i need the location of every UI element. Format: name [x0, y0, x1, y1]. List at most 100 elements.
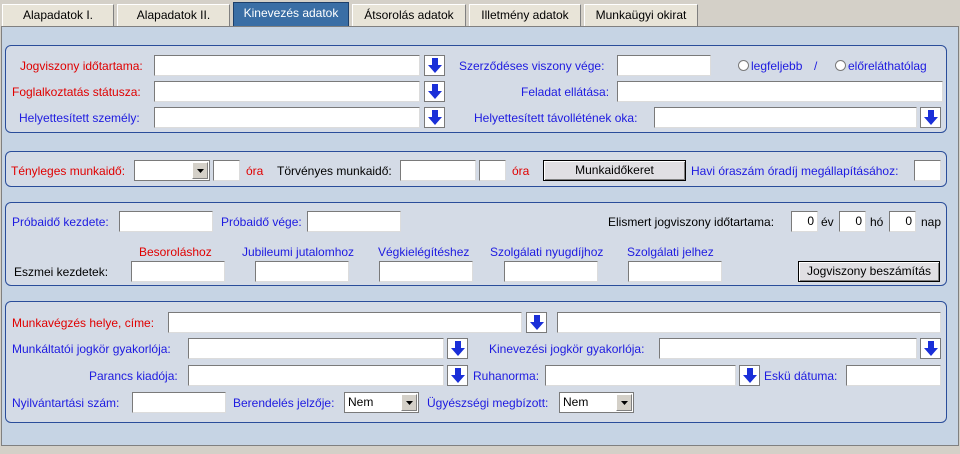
- arrow-down-icon: [427, 110, 442, 125]
- jogviszony-idotartama-lookup-button[interactable]: [424, 55, 445, 76]
- vegkielegiteshez-label: Végkielégítéshez: [378, 245, 470, 259]
- nyilvantartasi-szam-input[interactable]: [132, 392, 226, 413]
- jogviszony-idotartama-label: Jogviszony időtartama:: [20, 59, 143, 73]
- esku-datuma-label: Eskü dátuma:: [764, 369, 838, 383]
- ev-input[interactable]: 0: [791, 211, 818, 232]
- helyettesitett-tavollet-oka-input[interactable]: [654, 107, 917, 128]
- kinevezesi-jogkor-label: Kinevezési jogkör gyakorlója:: [489, 342, 645, 356]
- helyettesitett-szemely-lookup-button[interactable]: [424, 107, 445, 128]
- ruhanorma-input[interactable]: [545, 365, 736, 386]
- arrow-down-icon: [742, 368, 757, 383]
- probaido-group: Próbaidő kezdete: Próbaidő vége: Elismer…: [5, 202, 947, 286]
- ugyeszsegi-megbizott-label: Ügyészségi megbízott:: [427, 396, 549, 410]
- munkaidokeret-button[interactable]: Munkaidőkeret: [543, 160, 686, 181]
- szolgalati-nyugdijhoz-label: Szolgálati nyugdíjhoz: [490, 245, 604, 259]
- ugyeszsegi-megbizott-value: Nem: [563, 395, 589, 409]
- elismert-jogviszony-label: Elismert jogviszony időtartama:: [608, 215, 775, 229]
- parancs-kiadoja-lookup-button[interactable]: [447, 365, 468, 386]
- munkavegzes-helye-lookup-button[interactable]: [526, 312, 547, 333]
- elorelathatolag-label: előreláthatólag: [848, 59, 927, 73]
- helyettesitett-szemely-label: Helyettesített személy:: [19, 111, 140, 125]
- arrow-down-icon: [427, 58, 442, 73]
- arrow-down-icon: [923, 341, 938, 356]
- tab-munkaugyi-okirat[interactable]: Munkaügyi okirat: [584, 4, 698, 26]
- esku-datuma-input[interactable]: [846, 365, 941, 386]
- ruhanorma-lookup-button[interactable]: [739, 365, 760, 386]
- torvenyes-munkaido-perc-input[interactable]: [479, 160, 506, 181]
- szolgalati-nyugdijhoz-input[interactable]: [504, 261, 598, 282]
- probaido-vege-input[interactable]: [307, 211, 401, 232]
- szolgalati-jelhez-label: Szolgálati jelhez: [627, 245, 714, 259]
- parancs-kiadoja-label: Parancs kiadója:: [89, 369, 178, 383]
- legfeljebb-radio[interactable]: [738, 60, 749, 71]
- besorolashoz-input[interactable]: [131, 261, 225, 282]
- helyettesitett-szemely-input[interactable]: [154, 107, 420, 128]
- ugyeszsegi-megbizott-select[interactable]: Nem: [559, 392, 634, 413]
- legfeljebb-label: legfeljebb: [751, 59, 803, 73]
- besorolashoz-label: Besoroláshoz: [139, 245, 212, 259]
- vegkielegiteshez-input[interactable]: [379, 261, 473, 282]
- torvenyes-munkaido-label: Törvényes munkaidő:: [277, 164, 392, 178]
- tab-alapadatok-1[interactable]: Alapadatok I.: [2, 4, 114, 26]
- chevron-down-icon[interactable]: [192, 162, 208, 179]
- tab-bar: Alapadatok I. Alapadatok II. Kinevezés a…: [0, 0, 960, 27]
- helyettesitett-tavollet-oka-lookup-button[interactable]: [920, 107, 941, 128]
- arrow-down-icon: [450, 341, 465, 356]
- berendeles-jelzoje-value: Nem: [348, 395, 374, 409]
- foglalkoztatas-statusza-lookup-button[interactable]: [424, 81, 445, 102]
- munkavegzes-helye-input[interactable]: [168, 312, 522, 333]
- munkaido-group: Tényleges munkaidő: óra Törvényes munkai…: [5, 151, 947, 187]
- jogviszony-idotartama-input[interactable]: [154, 55, 420, 76]
- munkaltatoi-jogkor-label: Munkáltatói jogkör gyakorlója:: [12, 342, 171, 356]
- foglalkoztatas-statusza-input[interactable]: [154, 81, 420, 102]
- munkavegzes-cim-input[interactable]: [557, 312, 941, 333]
- munkavegzes-helye-label: Munkavégzés helye, címe:: [12, 316, 155, 330]
- torvenyes-munkaido-input[interactable]: [400, 160, 476, 181]
- ho-input[interactable]: 0: [839, 211, 866, 232]
- foglalkoztatas-statusza-label: Foglalkoztatás státusza:: [12, 85, 141, 99]
- probaido-kezdete-input[interactable]: [119, 211, 213, 232]
- arrow-down-icon: [923, 110, 938, 125]
- arrow-down-icon: [427, 84, 442, 99]
- szolgalati-jelhez-input[interactable]: [628, 261, 722, 282]
- tab-atsorolas-adatok[interactable]: Átsorolás adatok: [352, 4, 466, 26]
- szerzodeses-viszony-vege-input[interactable]: [617, 55, 711, 76]
- tab-alapadatok-2[interactable]: Alapadatok II.: [117, 4, 230, 26]
- kinevezes-group: Jogviszony időtartama: Szerződéses viszo…: [5, 45, 947, 133]
- ora-label-1: óra: [246, 164, 264, 178]
- munkaltatoi-jogkor-input[interactable]: [188, 338, 444, 359]
- tenyleges-munkaido-select[interactable]: [134, 160, 210, 181]
- tab-content: Jogviszony időtartama: Szerződéses viszo…: [1, 26, 959, 446]
- jogviszony-beszamitas-button[interactable]: Jogviszony beszámítás: [798, 261, 940, 282]
- arrow-down-icon: [450, 368, 465, 383]
- jubileumi-jutalomhoz-label: Jubileumi jutalomhoz: [242, 245, 355, 259]
- parancs-kiadoja-input[interactable]: [188, 365, 444, 386]
- chevron-down-icon[interactable]: [401, 394, 417, 411]
- feladat-ellatasa-label: Feladat ellátása:: [521, 85, 610, 99]
- elorelathatolag-radio[interactable]: [835, 60, 846, 71]
- probaido-kezdete-label: Próbaidő kezdete:: [12, 215, 109, 229]
- chevron-down-icon[interactable]: [616, 394, 632, 411]
- kinevezesi-jogkor-lookup-button[interactable]: [920, 338, 941, 359]
- tenyleges-munkaido-perc-input[interactable]: [213, 160, 240, 181]
- ho-label: hó: [870, 215, 884, 229]
- szerzodeses-viszony-vege-label: Szerződéses viszony vége:: [459, 59, 605, 73]
- ev-label: év: [821, 215, 834, 229]
- jubileumi-jutalomhoz-input[interactable]: [255, 261, 349, 282]
- havi-oraszam-label: Havi óraszám óradíj megállapításához:: [691, 164, 899, 178]
- bottom-bar: [0, 446, 960, 454]
- nap-label: nap: [921, 215, 942, 229]
- ruhanorma-label: Ruhanorma:: [473, 369, 540, 383]
- arrow-down-icon: [529, 315, 544, 330]
- munkaltatoi-jogkor-lookup-button[interactable]: [447, 338, 468, 359]
- berendeles-jelzoje-select[interactable]: Nem: [344, 392, 419, 413]
- kinevezesi-jogkor-input[interactable]: [659, 338, 917, 359]
- feladat-ellatasa-input[interactable]: [617, 81, 943, 102]
- helyettesitett-tavollet-oka-label: Helyettesített távollétének oka:: [474, 111, 638, 125]
- nap-input[interactable]: 0: [889, 211, 916, 232]
- havi-oraszam-input[interactable]: [914, 160, 941, 181]
- tab-illetmeny-adatok[interactable]: Illetmény adatok: [469, 4, 581, 26]
- tab-kinevezes-adatok[interactable]: Kinevezés adatok: [233, 2, 349, 26]
- munkavegzes-group: Munkavégzés helye, címe: Munkáltatói jog…: [5, 301, 947, 423]
- eszmei-kezdetek-label: Eszmei kezdetek:: [14, 265, 109, 279]
